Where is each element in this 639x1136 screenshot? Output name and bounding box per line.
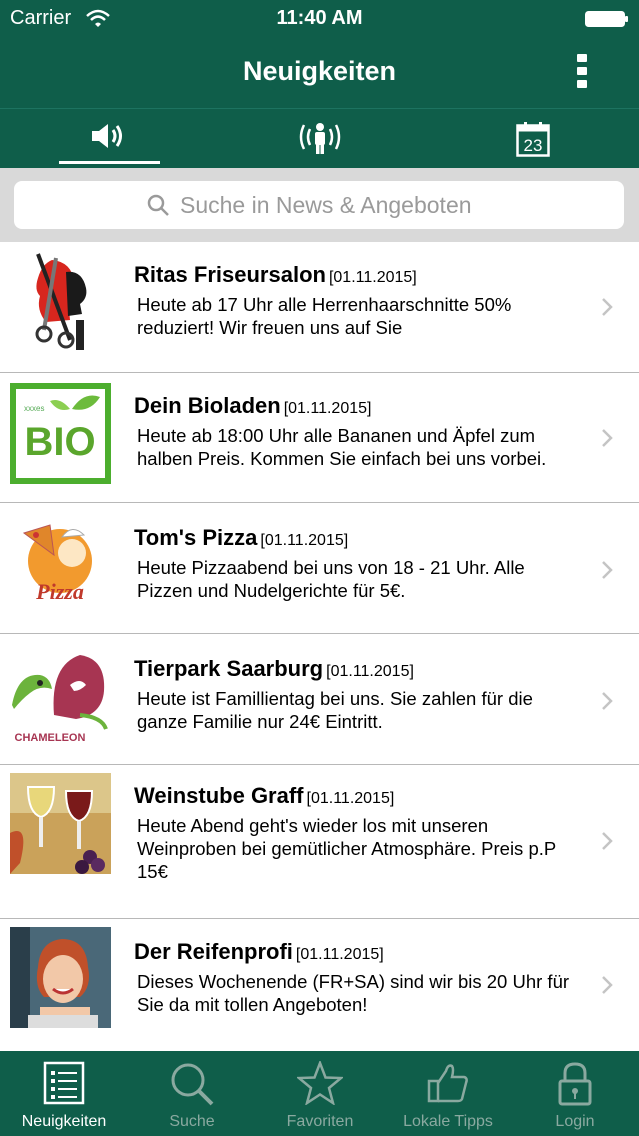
item-text: Heute ist Famillientag bei uns. Sie zahl… (137, 688, 533, 732)
item-title: Ritas Friseursalon [01.11.2015] (134, 262, 417, 288)
speaker-icon (91, 124, 122, 148)
salon-logo (10, 250, 111, 351)
item-text: Heute Abend geht's wieder los mit unsere… (137, 815, 556, 882)
dot (577, 80, 587, 88)
shop-name: Dein Bioladen (134, 393, 281, 418)
tabbar-label: Lokale Tipps (403, 1113, 493, 1130)
chevron-right-icon (602, 429, 613, 447)
bottom-tab-bar: Neuigkeiten Suche Favoriten Lokale Tipps… (0, 1051, 639, 1136)
nav-header: Neuigkeiten (0, 38, 639, 108)
lock-icon (558, 1062, 592, 1106)
shop-name: Tom's Pizza (134, 525, 258, 550)
item-title: Weinstube Graff [01.11.2015] (134, 783, 394, 809)
bio-logo: xxxes BIO (10, 383, 111, 484)
tabbar-item-login[interactable]: Login (511, 1051, 639, 1136)
chevron-right-icon (602, 692, 613, 710)
tabbar-label: Login (555, 1113, 595, 1130)
bio-small-text: xxxes (24, 404, 44, 413)
list-item[interactable]: xxxes BIO Dein Bioladen [01.11.2015] Heut… (0, 373, 639, 503)
chevron-right-icon (602, 976, 613, 994)
search-input[interactable]: Suche in News & Angeboten (14, 181, 624, 229)
item-date: [01.11.2015] (328, 269, 417, 286)
item-title: Dein Bioladen [01.11.2015] (134, 393, 371, 419)
tabbar-item-favoriten[interactable]: Favoriten (256, 1051, 384, 1136)
search-area: Suche in News & Angeboten (0, 168, 639, 242)
status-bar: Carrier 11:40 AM (0, 0, 639, 38)
item-date: [01.11.2015] (295, 946, 384, 963)
item-date: [01.11.2015] (283, 400, 372, 417)
chevron-right-icon (602, 561, 613, 579)
tab-people[interactable] (213, 109, 426, 169)
person-broadcast-icon (299, 123, 340, 154)
tabbar-label: Neuigkeiten (21, 1113, 107, 1130)
shop-name: Tierpark Saarburg (134, 656, 324, 681)
shop-name: Weinstube Graff (134, 783, 304, 808)
item-text: Heute Pizzaabend bei uns von 18 - 21 Uhr… (137, 557, 525, 601)
more-menu-button[interactable] (575, 54, 589, 90)
wine-photo (10, 773, 111, 874)
chevron-right-icon (602, 832, 613, 850)
tab-calendar[interactable]: 23 (426, 109, 639, 169)
search-icon (171, 1063, 214, 1106)
list-item[interactable]: Pizza Tom's Pizza [01.11.2015] Heute Pizz… (0, 503, 639, 634)
tabbar-label: Favoriten (286, 1113, 354, 1130)
chameleon-logo: CHAMELEON (10, 645, 111, 746)
shop-name: Ritas Friseursalon (134, 262, 326, 287)
tab-news[interactable] (0, 109, 213, 169)
search-icon (147, 194, 169, 216)
list-item[interactable]: Ritas Friseursalon [01.11.2015] Heute ab … (0, 242, 639, 373)
item-date: [01.11.2015] (326, 663, 414, 680)
list-item[interactable]: CHAMELEON Tierpark Saarburg [01.11.2015] … (0, 634, 639, 765)
item-text: Dieses Wochenende (FR+SA) sind wir bis 2… (137, 971, 570, 1015)
star-icon (297, 1061, 343, 1105)
list-item[interactable]: Weinstube Graff [01.11.2015] Heute Abend … (0, 765, 639, 919)
item-date: [01.11.2015] (306, 790, 395, 807)
item-date: [01.11.2015] (260, 532, 349, 549)
item-title: Tierpark Saarburg [01.11.2015] (134, 656, 414, 682)
active-tab-indicator (59, 161, 160, 164)
chevron-right-icon (602, 298, 613, 316)
thumbs-up-icon (427, 1064, 468, 1103)
pizza-logo: Pizza (10, 513, 111, 614)
dot (577, 67, 587, 75)
search-placeholder: Suche in News & Angeboten (180, 192, 472, 218)
shop-name: Der Reifenprofi (134, 939, 293, 964)
tabbar-label: Suche (169, 1113, 215, 1130)
item-title: Der Reifenprofi [01.11.2015] (134, 939, 384, 965)
calendar-day: 23 (523, 136, 542, 155)
tabbar-item-neuigkeiten[interactable]: Neuigkeiten (0, 1051, 128, 1136)
status-time: 11:40 AM (276, 7, 363, 29)
item-title: Tom's Pizza [01.11.2015] (134, 525, 348, 551)
dot (577, 54, 587, 62)
reifenprofi-photo (10, 927, 111, 1028)
list-icon (43, 1061, 85, 1105)
segment-tabs: 23 (0, 108, 639, 169)
tabbar-item-suche[interactable]: Suche (128, 1051, 256, 1136)
tabbar-item-lokale-tipps[interactable]: Lokale Tipps (384, 1051, 512, 1136)
bio-logo-text: BIO (24, 420, 95, 464)
item-text: Heute ab 17 Uhr alle Herrenhaarschnitte … (137, 294, 512, 338)
page-title: Neuigkeiten (242, 56, 397, 86)
news-list: Ritas Friseursalon [01.11.2015] Heute ab … (0, 242, 639, 1054)
pizza-logo-text: Pizza (35, 579, 84, 604)
battery-icon (585, 11, 628, 27)
list-item[interactable]: Der Reifenprofi [01.11.2015] Dieses Woche… (0, 919, 639, 1054)
item-text: Heute ab 18:00 Uhr alle Bananen und Äpfe… (137, 425, 547, 469)
calendar-icon: 23 (515, 122, 550, 157)
chameleon-logo-text: CHAMELEON (15, 732, 86, 744)
